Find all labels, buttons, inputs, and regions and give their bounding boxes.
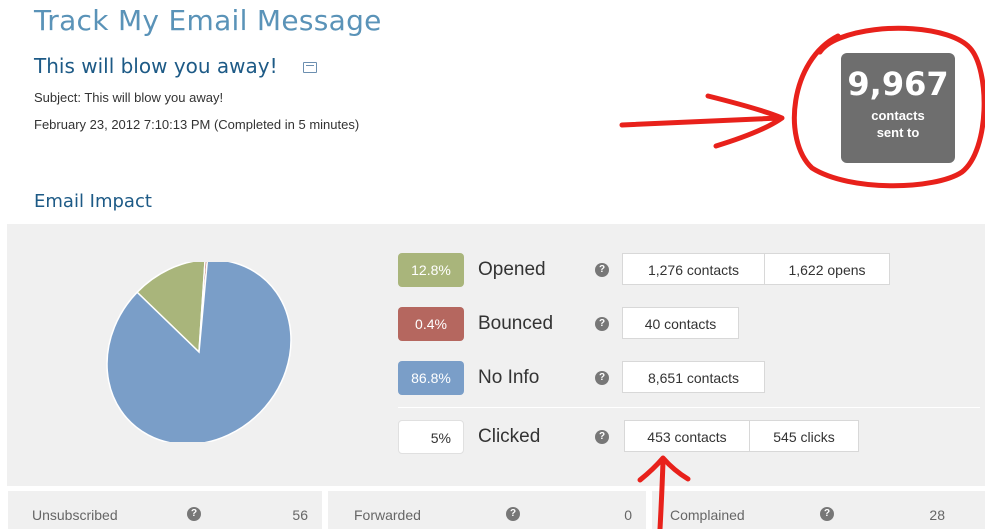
forwarded-help-icon[interactable]: ?	[506, 507, 520, 521]
complained-stat[interactable]: Complained ? 28	[652, 491, 985, 529]
opened-opens-button[interactable]: 1,622 opens	[764, 253, 890, 285]
complained-help-icon[interactable]: ?	[820, 507, 834, 521]
bounced-percent-badge: 0.4%	[398, 307, 464, 341]
message-subject: Subject: This will blow you away!	[34, 90, 224, 105]
no-info-label: No Info	[478, 367, 540, 388]
bounced-contacts-button[interactable]: 40 contacts	[622, 307, 739, 339]
opened-help-icon[interactable]: ?	[595, 263, 609, 277]
message-title[interactable]: This will blow you away!	[34, 54, 278, 78]
bounced-help-icon[interactable]: ?	[595, 317, 609, 331]
contacts-sent-label-line1: contacts	[871, 108, 925, 123]
opened-percent-badge: 12.8%	[398, 253, 464, 287]
no-info-help-icon[interactable]: ?	[595, 371, 609, 385]
forwarded-label: Forwarded	[354, 507, 421, 523]
no-info-contacts-button[interactable]: 8,651 contacts	[622, 361, 765, 393]
open-window-icon[interactable]	[303, 62, 317, 73]
clicked-label: Clicked	[478, 426, 541, 447]
unsubscribed-help-icon[interactable]: ?	[187, 507, 201, 521]
clicked-help-icon[interactable]: ?	[595, 430, 609, 444]
contacts-sent-summary: 9,967 contacts sent to	[841, 53, 955, 163]
unsubscribed-count: 56	[292, 507, 308, 523]
complained-count: 28	[929, 507, 945, 523]
forwarded-stat[interactable]: Forwarded ? 0	[328, 491, 646, 529]
clicked-contacts-button[interactable]: 453 contacts	[624, 420, 750, 452]
complained-label: Complained	[670, 507, 745, 523]
clicked-clicks-button[interactable]: 545 clicks	[749, 420, 859, 452]
unsubscribed-label: Unsubscribed	[32, 507, 118, 523]
stat-divider	[398, 407, 980, 408]
impact-pie-chart	[106, 262, 292, 442]
unsubscribed-stat[interactable]: Unsubscribed ? 56	[8, 491, 322, 529]
no-info-percent-badge: 86.8%	[398, 361, 464, 395]
clicked-percent-badge: 5%	[398, 420, 464, 454]
sent-date: February 23, 2012 7:10:13 PM (Completed …	[34, 117, 360, 132]
email-impact-heading: Email Impact	[34, 191, 152, 212]
contacts-sent-label-line2: sent to	[876, 125, 920, 140]
page-title: Track My Email Message	[34, 4, 382, 37]
forwarded-count: 0	[624, 507, 632, 523]
opened-label: Opened	[478, 259, 546, 280]
annotation-arrow-right	[619, 93, 785, 149]
opened-contacts-button[interactable]: 1,276 contacts	[622, 253, 765, 285]
contacts-sent-count: 9,967	[847, 65, 949, 103]
bounced-label: Bounced	[478, 313, 554, 334]
